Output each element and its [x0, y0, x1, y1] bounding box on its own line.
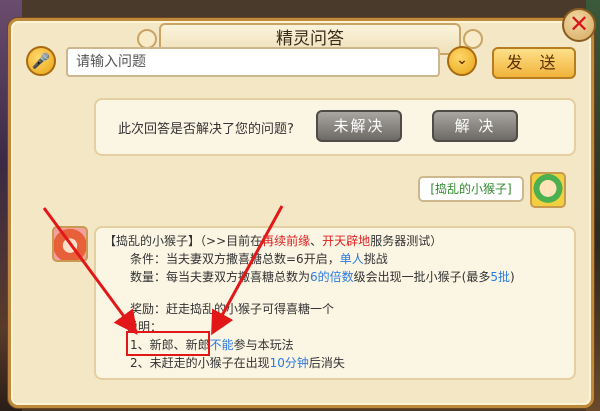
user-message-bubble: [捣乱的小猴子] [418, 176, 524, 202]
highlight-box [126, 331, 210, 356]
answer-heading: 【捣乱的小猴子】（>>目前在再续前缘、开天辟地服务器测试） [104, 234, 443, 248]
answer-panel: 【捣乱的小猴子】（>>目前在再续前缘、开天辟地服务器测试） 条件：当夫妻双方撒喜… [94, 226, 576, 380]
feedback-question: 此次回答是否解决了您的问题? [118, 122, 294, 137]
user-avatar [530, 172, 566, 208]
title-ornament-icon [137, 29, 157, 49]
note-line-2: 2、未赶走的小猴子在出现10分钟后消失 [130, 356, 345, 370]
unsolved-button[interactable]: 未解决 [316, 110, 402, 142]
microphone-button[interactable]: 🎤 [26, 46, 56, 76]
condition-line: 条件：当夫妻双方撒喜糖总数=6开启，单人挑战 [130, 252, 388, 266]
reward-line: 奖励：赶走捣乱的小猴子可得喜糖一个 [130, 302, 335, 316]
send-button[interactable]: 发 送 [492, 47, 576, 79]
chevron-down-icon: ⌄ [456, 52, 468, 68]
close-icon: ✕ [568, 10, 590, 38]
question-input[interactable] [66, 47, 440, 77]
close-button[interactable]: ✕ [562, 8, 596, 42]
npc-avatar [52, 226, 88, 262]
server-link-1[interactable]: 再续前缘 [262, 234, 310, 248]
dropdown-button[interactable]: ⌄ [447, 46, 477, 76]
server-link-2[interactable]: 开天辟地 [322, 234, 370, 248]
feedback-panel: 此次回答是否解决了您的问题? 未解决 解 决 [94, 98, 576, 156]
microphone-icon: 🎤 [31, 52, 51, 70]
solved-button[interactable]: 解 决 [432, 110, 518, 142]
quantity-line: 数量：每当夫妻双方撒喜糖总数为6的倍数级会出现一批小猴子(最多5批) [130, 270, 515, 284]
